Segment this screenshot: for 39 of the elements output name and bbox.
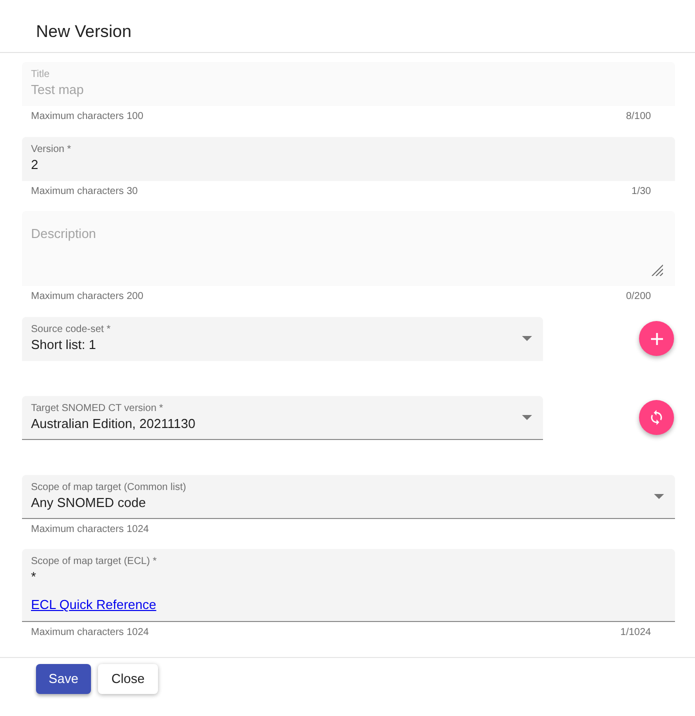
- character-counter: 0/200: [626, 291, 651, 303]
- field-label: Title: [31, 69, 50, 81]
- character-counter: 1/30: [632, 186, 651, 198]
- dialog-title: New Version: [36, 20, 132, 43]
- close-button[interactable]: Close: [98, 664, 158, 694]
- dropdown[interactable]: Target SNOMED CT version * Australian Edition, 20211130: [22, 396, 543, 440]
- character-counter: 1/1024: [620, 627, 651, 639]
- caret-icon: [654, 494, 664, 498]
- field-value: Any SNOMED code: [31, 494, 146, 510]
- plus-icon: [650, 332, 662, 344]
- resize-handle-icon: [651, 264, 663, 276]
- add-button[interactable]: [639, 321, 674, 356]
- field-label: Scope of map target (Common list): [31, 482, 186, 494]
- field-value: 2: [31, 156, 38, 172]
- field-value: Test map: [31, 82, 84, 98]
- field-label: Description: [31, 226, 96, 242]
- dropdown[interactable]: Source code-set * Short list: 1: [22, 316, 543, 360]
- field-value: *: [31, 569, 36, 585]
- dropdown[interactable]: Scope of map target (Common list) Any SNOMED code: [22, 474, 675, 518]
- helper-text: Maximum characters 1024: [31, 627, 149, 639]
- field-label: Version *: [31, 144, 72, 156]
- field-label: Target SNOMED CT version *: [31, 402, 164, 414]
- helper-text: Maximum characters 200: [31, 291, 144, 303]
- helper-text: Maximum characters 100: [31, 111, 144, 123]
- field-value: Australian Edition, 20211130: [31, 416, 196, 432]
- save-button[interactable]: Save: [36, 664, 91, 694]
- helper-text: Maximum characters 1024: [31, 524, 149, 536]
- field-label: Source code-set *: [31, 324, 110, 336]
- field-value: Short list: 1: [31, 336, 96, 352]
- text-field[interactable]: Version * 2: [22, 136, 675, 180]
- caret-icon: [522, 414, 532, 420]
- helper-text: Maximum characters 30: [31, 186, 138, 198]
- caret-icon: [522, 336, 532, 340]
- field-label: Scope of map target (ECL) *: [31, 556, 157, 568]
- text-field[interactable]: Scope of map target (ECL) * * ECL Quick Reference: [22, 549, 675, 622]
- refresh-button[interactable]: [639, 400, 674, 435]
- character-counter: 8/100: [626, 111, 651, 123]
- reference-link[interactable]: ECL Quick Reference: [31, 597, 156, 613]
- circular-arrows-icon: [651, 410, 662, 425]
